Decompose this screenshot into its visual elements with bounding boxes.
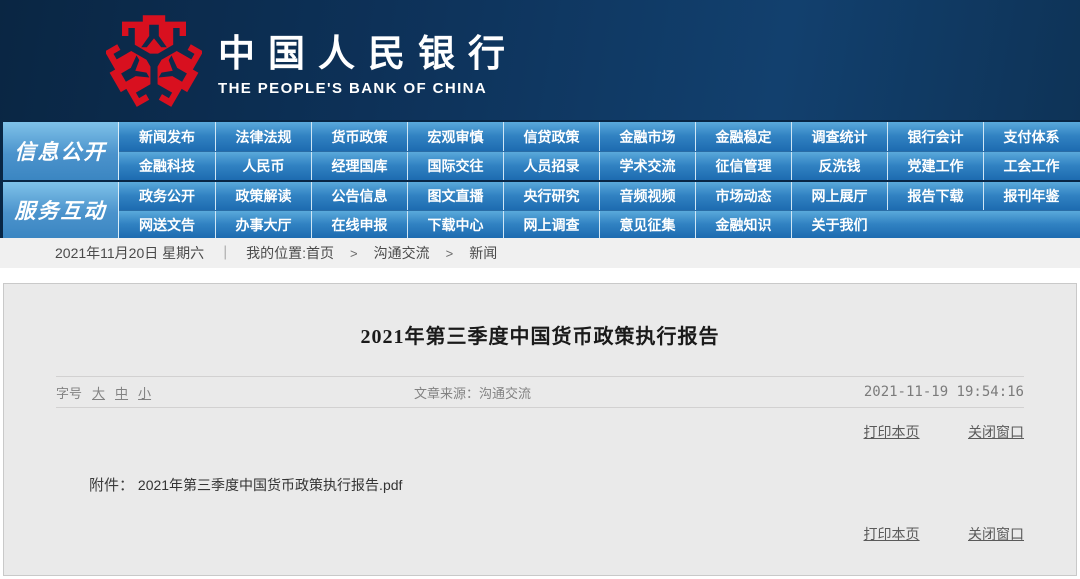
article-timestamp: 2021-11-19 19:54:16 xyxy=(863,384,1024,400)
nav-item-credit-reporting[interactable]: 征信管理 xyxy=(695,152,791,180)
attachment-row: 附件： 2021年第三季度中国货币政策执行报告.pdf xyxy=(89,474,1076,494)
nav-item-academic-exchange[interactable]: 学术交流 xyxy=(599,152,695,180)
nav-item-online-documents[interactable]: 网送文告 xyxy=(119,211,215,238)
nav-item-financial-markets[interactable]: 金融市场 xyxy=(599,122,695,151)
breadcrumb-separator-icon: > xyxy=(350,245,358,261)
nav-head-service-interaction[interactable]: 服务互动 xyxy=(3,182,119,238)
nav-item-bank-accounting[interactable]: 银行会计 xyxy=(887,122,983,151)
nav-item-about-us[interactable]: 关于我们 xyxy=(791,211,887,238)
article-actions-top: 打印本页 关闭窗口 xyxy=(56,422,1024,444)
home-link[interactable]: 中国人民银行 THE PEOPLE'S BANK OF CHINA xyxy=(0,12,518,108)
attachment-pdf-link[interactable]: 2021年第三季度中国货币政策执行报告.pdf xyxy=(138,477,403,493)
nav-item-monetary-policy[interactable]: 货币政策 xyxy=(311,122,407,151)
nav-row: 网送文告 办事大厅 在线申报 下载中心 网上调查 意见征集 金融知识 关于我们 xyxy=(119,210,1080,238)
breadcrumb-home[interactable]: 我的位置:首页 xyxy=(246,243,334,263)
nav-item-solicit-opinions[interactable]: 意见征集 xyxy=(599,211,695,238)
site-banner: 中国人民银行 THE PEOPLE'S BANK OF CHINA xyxy=(0,0,1080,120)
article-actions-bottom: 打印本页 关闭窗口 xyxy=(56,524,1024,546)
breadcrumb-communication[interactable]: 沟通交流 xyxy=(374,243,430,263)
nav-item-labor-union[interactable]: 工会工作 xyxy=(983,152,1079,180)
nav-item-online-filing[interactable]: 在线申报 xyxy=(311,211,407,238)
nav-item-news[interactable]: 新闻发布 xyxy=(119,122,215,151)
nav-item-recruitment[interactable]: 人员招录 xyxy=(503,152,599,180)
article-title: 2021年第三季度中国货币政策执行报告 xyxy=(360,326,720,348)
brand-name-en: THE PEOPLE'S BANK OF CHINA xyxy=(218,80,488,97)
nav-item-macroprudential[interactable]: 宏观审慎 xyxy=(407,122,503,151)
nav-item-laws[interactable]: 法律法规 xyxy=(215,122,311,151)
nav-row: 新闻发布 法律法规 货币政策 宏观审慎 信贷政策 金融市场 金融稳定 调查统计 … xyxy=(119,122,1080,151)
font-size-small-button[interactable]: 小 xyxy=(138,383,151,402)
nav-item-international[interactable]: 国际交往 xyxy=(407,152,503,180)
nav-item-treasury[interactable]: 经理国库 xyxy=(311,152,407,180)
nav-section-information-disclosure: 信息公开 新闻发布 法律法规 货币政策 宏观审慎 信贷政策 金融市场 金融稳定 … xyxy=(0,120,1080,180)
breadcrumb-separator-icon: > xyxy=(445,245,454,261)
font-size-large-button[interactable]: 大 xyxy=(92,383,105,402)
close-window-link[interactable]: 关闭窗口 xyxy=(968,424,1024,440)
pboc-logo-icon xyxy=(106,15,202,108)
nav-item-market-trends[interactable]: 市场动态 xyxy=(695,182,791,210)
nav-item-online-survey[interactable]: 网上调查 xyxy=(503,211,599,238)
nav-item-gov-affairs[interactable]: 政务公开 xyxy=(119,182,215,210)
article-source: 文章来源：沟通交流 xyxy=(414,385,532,401)
nav-item-periodicals[interactable]: 报刊年鉴 xyxy=(983,182,1079,210)
nav-item-report-download[interactable]: 报告下载 xyxy=(887,182,983,210)
nav-row: 政务公开 政策解读 公告信息 图文直播 央行研究 音频视频 市场动态 网上展厅 … xyxy=(119,182,1080,210)
nav-section-service-interaction: 服务互动 政务公开 政策解读 公告信息 图文直播 央行研究 音频视频 市场动态 … xyxy=(0,180,1080,238)
article-meta-bar: 字号 大 中 小 文章来源：沟通交流 2021-11-19 19:54:16 xyxy=(56,376,1024,408)
nav-item-download-center[interactable]: 下载中心 xyxy=(407,211,503,238)
print-page-link[interactable]: 打印本页 xyxy=(864,526,920,542)
brand-text: 中国人民银行 THE PEOPLE'S BANK OF CHINA xyxy=(218,23,518,97)
nav-item-service-hall[interactable]: 办事大厅 xyxy=(215,211,311,238)
close-window-link[interactable]: 关闭窗口 xyxy=(968,526,1024,542)
nav-item-financial-stability[interactable]: 金融稳定 xyxy=(695,122,791,151)
font-size-medium-button[interactable]: 中 xyxy=(115,383,128,402)
brand-name-cn: 中国人民银行 xyxy=(218,34,518,75)
font-size-label: 字号 xyxy=(56,385,83,401)
print-page-link[interactable]: 打印本页 xyxy=(864,424,920,440)
nav-item-anti-money-laundering[interactable]: 反洗钱 xyxy=(791,152,887,180)
breadcrumb-divider: ｜ xyxy=(218,245,233,261)
nav-item-policy-interpretation[interactable]: 政策解读 xyxy=(215,182,311,210)
current-date: 2021年11月20日 星期六 xyxy=(55,245,205,261)
nav-head-information-disclosure[interactable]: 信息公开 xyxy=(3,122,119,180)
nav-item-live-broadcast[interactable]: 图文直播 xyxy=(407,182,503,210)
nav-item-financial-knowledge[interactable]: 金融知识 xyxy=(695,211,791,238)
main-nav: 信息公开 新闻发布 法律法规 货币政策 宏观审慎 信贷政策 金融市场 金融稳定 … xyxy=(0,120,1080,238)
nav-row: 金融科技 人民币 经理国库 国际交往 人员招录 学术交流 征信管理 反洗钱 党建… xyxy=(119,151,1080,180)
breadcrumb-news[interactable]: 新闻 xyxy=(469,243,497,263)
nav-item-renminbi[interactable]: 人民币 xyxy=(215,152,311,180)
article-panel: 2021年第三季度中国货币政策执行报告 字号 大 中 小 文章来源：沟通交流 2… xyxy=(3,283,1077,576)
nav-item-central-bank-research[interactable]: 央行研究 xyxy=(503,182,599,210)
nav-item-credit-policy[interactable]: 信贷政策 xyxy=(503,122,599,151)
attachment-label: 附件： xyxy=(89,477,135,494)
nav-item-audio-video[interactable]: 音频视频 xyxy=(599,182,695,210)
breadcrumb: 2021年11月20日 星期六 ｜ 我的位置:首页 > 沟通交流 > 新闻 xyxy=(0,238,1080,268)
nav-item-party-building[interactable]: 党建工作 xyxy=(887,152,983,180)
nav-item-fintech[interactable]: 金融科技 xyxy=(119,152,215,180)
nav-item-announcements[interactable]: 公告信息 xyxy=(311,182,407,210)
nav-item-payment-systems[interactable]: 支付体系 xyxy=(983,122,1079,151)
nav-item-online-exhibition[interactable]: 网上展厅 xyxy=(791,182,887,210)
nav-item-statistics[interactable]: 调查统计 xyxy=(791,122,887,151)
